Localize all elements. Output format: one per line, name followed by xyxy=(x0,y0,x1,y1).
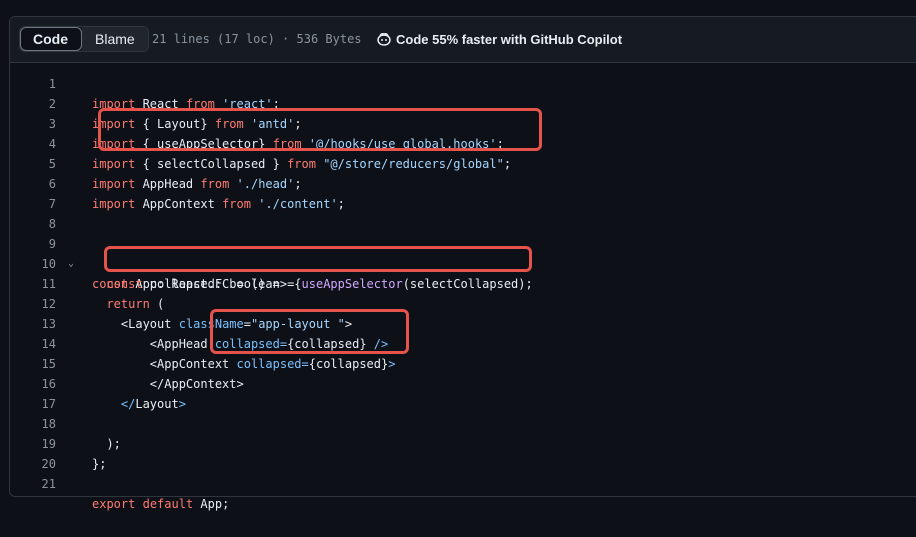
line-text: export default App; xyxy=(92,497,230,511)
code-line: 6 import AppContext from './content'; xyxy=(0,154,900,211)
copilot-text: Code 55% faster with GitHub Copilot xyxy=(396,31,623,47)
highlight-box-props xyxy=(210,309,409,354)
copilot-icon xyxy=(377,33,391,46)
code-line: 8 xyxy=(0,194,900,231)
code-line: 14 <AppContext collapsed={collapsed}> xyxy=(0,314,900,371)
view-toggle: Code Blame xyxy=(19,26,149,52)
code-line: 16 </Layout> xyxy=(0,354,900,411)
code-line: 9 ⌄ const App: React.FC = () => { xyxy=(0,214,900,291)
file-meta: 21 lines (17 loc) · 536 Bytes xyxy=(152,32,362,46)
code-line: 12 <Layout className="app-layout "> xyxy=(0,274,900,331)
code-line: 18 ); xyxy=(0,394,900,451)
line-number[interactable]: 21 xyxy=(0,474,56,494)
highlight-box-selector xyxy=(104,246,532,272)
highlight-box-imports xyxy=(98,108,542,151)
code-line: 7 xyxy=(0,174,900,211)
code-line: 21 export default App; xyxy=(0,454,900,511)
code-line: 19 }; xyxy=(0,414,900,471)
code-line: 1 import React from 'react'; xyxy=(0,54,900,111)
code-line: 17 xyxy=(0,374,900,411)
copilot-link[interactable]: Code 55% faster with GitHub Copilot xyxy=(376,31,622,47)
code-line: 20 xyxy=(0,434,900,471)
blame-tab[interactable]: Blame xyxy=(82,27,148,51)
code-line: 15 </AppContext> xyxy=(0,334,900,391)
code-tab[interactable]: Code xyxy=(20,27,82,51)
code-line: 2 import { Layout} from 'antd'; xyxy=(0,74,900,131)
code-line: 13 <AppHead collapsed={collapsed} /> xyxy=(0,294,900,351)
